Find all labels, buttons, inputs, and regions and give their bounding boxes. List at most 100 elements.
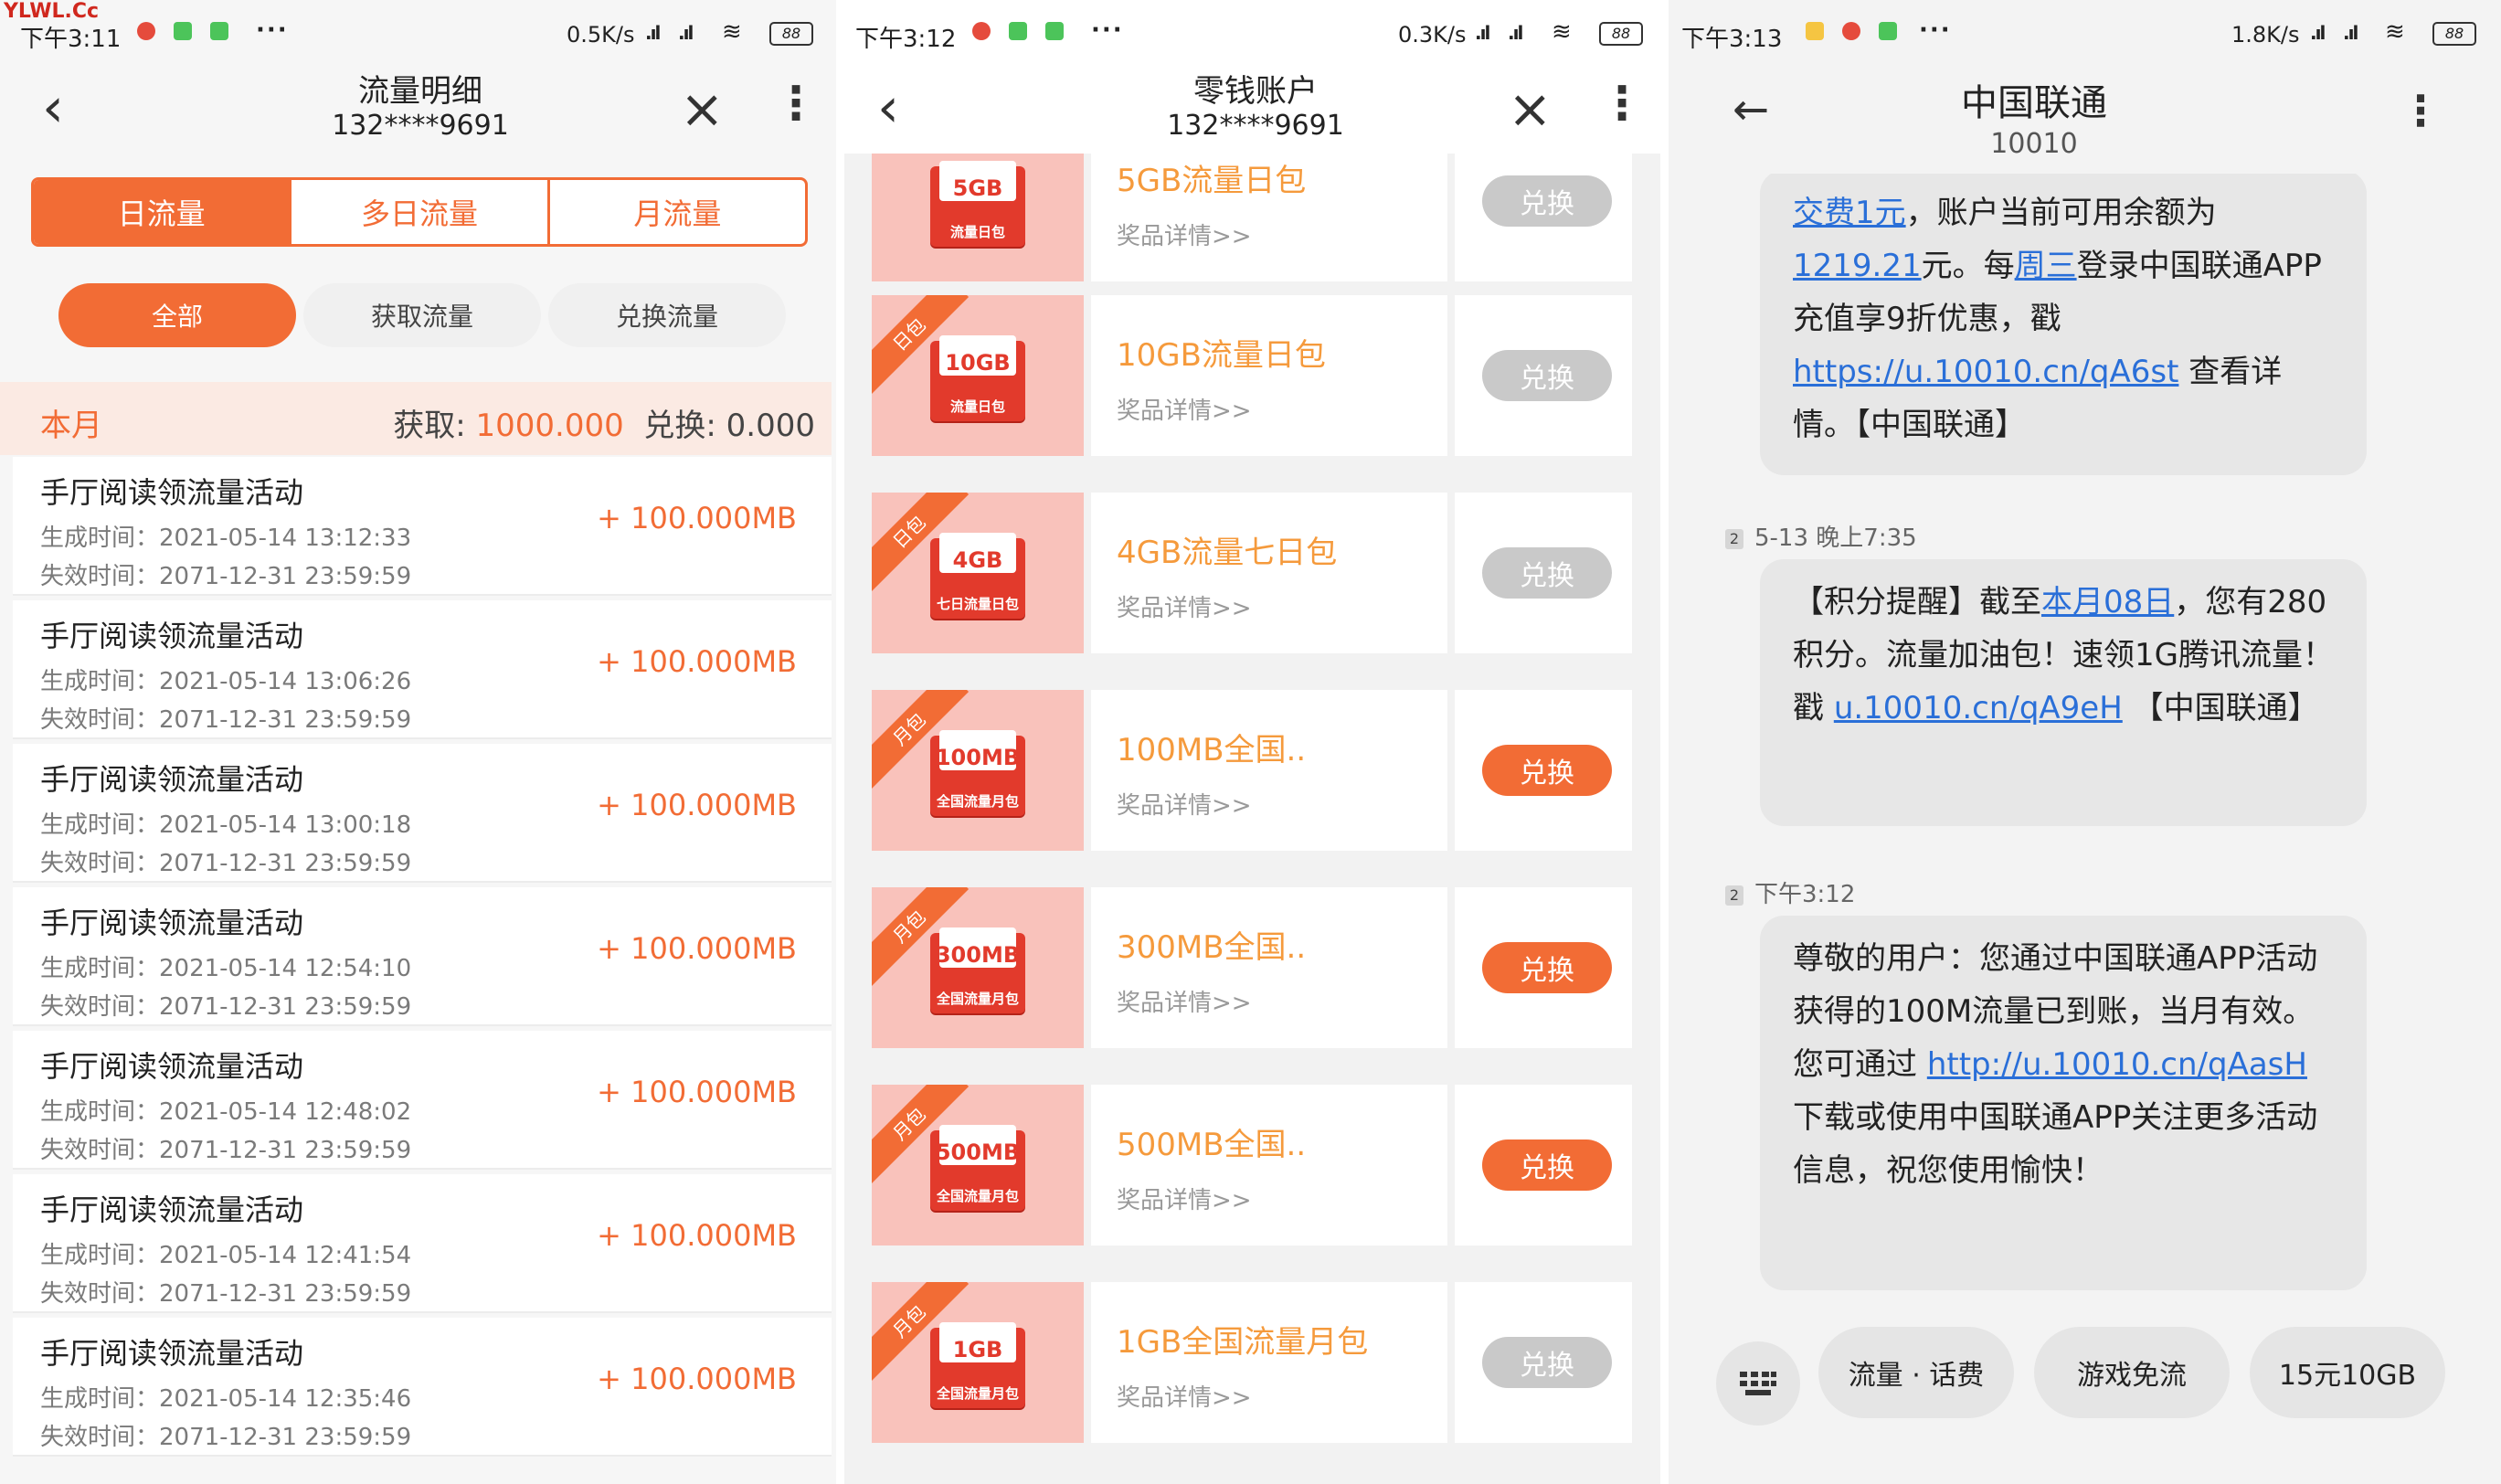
exchange-label: 兑换: xyxy=(643,408,726,444)
wechat-icon xyxy=(174,22,192,40)
package-capacity: 100MB xyxy=(935,745,1021,770)
record-row: 手厅阅读领流量活动 生成时间：2021-05-14 12:48:02 失效时间：20… xyxy=(13,1031,832,1170)
quick-reply-plan[interactable]: 15元10GB xyxy=(2250,1327,2445,1418)
close-icon[interactable]: × xyxy=(680,82,725,135)
prize-detail-link[interactable]: 奖品详情>> xyxy=(1117,217,1252,251)
record-expiry-time: 失效时间：2071-12-31 23:59:59 xyxy=(40,850,412,877)
prize-detail-link[interactable]: 奖品详情>> xyxy=(1117,1379,1252,1413)
back-icon[interactable]: ‹ xyxy=(42,80,64,135)
prize-detail-link[interactable]: 奖品详情>> xyxy=(1117,984,1252,1018)
prize-item: 月包 300MB 全国流量月包 300MB全国.. 奖品详情>> 兑换 xyxy=(872,887,1632,1048)
message-bubble: 尊敬的用户：您通过中国联通APP活动获得的100M流量已到账，当月有效。您可通过… xyxy=(1760,916,2367,1290)
record-generated-time: 生成时间：2021-05-14 12:35:46 xyxy=(40,1385,412,1413)
package-capacity: 5GB xyxy=(952,175,1003,201)
exchange-value: 0.000 xyxy=(726,408,815,444)
prize-info[interactable]: 300MB全国.. 奖品详情>> xyxy=(1091,887,1447,1048)
filter-all[interactable]: 全部 xyxy=(58,283,296,347)
redeem-button[interactable]: 兑换 xyxy=(1482,1140,1612,1191)
redeem-button[interactable]: 兑换 xyxy=(1482,745,1612,796)
back-icon[interactable]: ‹ xyxy=(877,80,899,135)
redeem-button[interactable]: 兑换 xyxy=(1482,350,1612,401)
status-bar: 下午3:13 ··· 1.8K/s .ıl .ıl ≋ 88 xyxy=(1669,0,2501,53)
prize-name: 5GB流量日包 xyxy=(1117,163,1307,199)
record-generated-time: 生成时间：2021-05-14 12:48:02 xyxy=(40,1098,412,1126)
prize-info[interactable]: 10GB流量日包 奖品详情>> xyxy=(1091,295,1447,456)
signal-icon: .ıl xyxy=(645,22,661,44)
filter-obtain[interactable]: 获取流量 xyxy=(303,283,541,347)
record-generated-time: 生成时间：2021-05-14 13:12:33 xyxy=(40,525,412,552)
package-thumbnail: 月包 500MB 全国流量月包 xyxy=(872,1085,1084,1246)
more-notifications-icon: ··· xyxy=(1091,16,1124,44)
prize-detail-link[interactable]: 奖品详情>> xyxy=(1117,787,1252,821)
message-link[interactable]: http://u.10010.cn/qAasH xyxy=(1927,1046,2307,1083)
page-subtitle: 132****9691 xyxy=(1167,110,1344,142)
package-capacity: 1GB xyxy=(952,1337,1003,1362)
red-envelope-icon: 10GB 流量日包 xyxy=(930,335,1025,421)
message-link[interactable]: https://u.10010.cn/qA6st xyxy=(1793,354,2178,390)
record-row: 手厅阅读领流量活动 生成时间：2021-05-14 13:00:18 失效时间：20… xyxy=(13,744,832,883)
tab-multi-day[interactable]: 多日流量 xyxy=(289,180,546,244)
prize-info[interactable]: 100MB全国.. 奖品详情>> xyxy=(1091,690,1447,851)
back-arrow-icon[interactable]: ← xyxy=(1733,88,1769,132)
package-thumbnail: 月包 300MB 全国流量月包 xyxy=(872,887,1084,1048)
more-icon[interactable]: ⋮ xyxy=(773,80,819,126)
filter-exchange[interactable]: 兑换流量 xyxy=(548,283,786,347)
prize-info[interactable]: 1GB全国流量月包 奖品详情>> xyxy=(1091,1282,1447,1443)
quick-reply-bar: 流量 · 话费 游戏免流 15元10GB xyxy=(1669,1298,2501,1484)
message-link[interactable]: 1219.21 xyxy=(1793,248,1922,284)
message-link[interactable]: 本月08日 xyxy=(2041,584,2174,620)
status-time: 下午3:11 xyxy=(20,26,122,53)
record-amount: + 100.000MB xyxy=(597,1075,797,1109)
package-capacity: 4GB xyxy=(952,547,1003,573)
signal-icon-2: .ıl xyxy=(678,22,694,44)
message-link[interactable]: u.10010.cn/qA9eH xyxy=(1834,690,2123,726)
redeem-button[interactable]: 兑换 xyxy=(1482,547,1612,599)
tab-daily[interactable]: 日流量 xyxy=(34,180,290,244)
record-row: 手厅阅读领流量活动 生成时间：2021-05-14 12:54:10 失效时间：20… xyxy=(13,887,832,1026)
conversation-header: ← 中国联通 10010 ⋮ xyxy=(1669,55,2501,174)
status-bar: 下午3:11 ··· 0.5K/s .ıl .ıl ≋ 88 xyxy=(0,16,836,53)
message-meta: 2 5-13 晚上7:35 xyxy=(1725,519,1917,553)
battery-icon: 88 xyxy=(2432,22,2476,46)
prize-name: 1GB全国流量月包 xyxy=(1117,1324,1369,1361)
red-envelope-icon: 100MB 全国流量月包 xyxy=(930,730,1025,816)
keyboard-icon[interactable] xyxy=(1716,1341,1800,1426)
record-generated-time: 生成时间：2021-05-14 13:00:18 xyxy=(40,811,412,839)
record-generated-time: 生成时间：2021-05-14 13:06:26 xyxy=(40,668,412,695)
quick-reply-traffic-bill[interactable]: 流量 · 话费 xyxy=(1818,1327,2014,1418)
tab-monthly[interactable]: 月流量 xyxy=(546,180,805,244)
package-type-label: 流量日包 xyxy=(949,398,1005,415)
prize-detail-link[interactable]: 奖品详情>> xyxy=(1117,589,1252,623)
prize-action: 兑换 xyxy=(1455,887,1632,1048)
message-link[interactable]: 周三 xyxy=(2015,248,2077,284)
message-link[interactable]: 交费1元 xyxy=(1793,195,1906,231)
prize-name: 500MB全国.. xyxy=(1117,1127,1307,1163)
redeem-button[interactable]: 兑换 xyxy=(1482,175,1612,227)
prize-info[interactable]: 500MB全国.. 奖品详情>> xyxy=(1091,1085,1447,1246)
more-icon[interactable]: ⋮ xyxy=(1599,80,1645,126)
message-text: 下载或使用中国联通APP关注更多活动信息，祝您使用愉快！ xyxy=(1793,1099,2318,1189)
prize-item: 月包 100MB 全国流量月包 100MB全国.. 奖品详情>> 兑换 xyxy=(872,690,1632,851)
message-meta: 2 下午3:12 xyxy=(1725,875,1855,909)
prize-detail-link[interactable]: 奖品详情>> xyxy=(1117,392,1252,426)
prize-item: 月包 500MB 全国流量月包 500MB全国.. 奖品详情>> 兑换 xyxy=(872,1085,1632,1246)
package-capacity: 500MB xyxy=(935,1140,1021,1165)
record-expiry-time: 失效时间：2071-12-31 23:59:59 xyxy=(40,1424,412,1451)
month-totals: 获取: 1000.000 兑换: 0.000 xyxy=(393,400,815,445)
sms-thread-screen: 交费1元，账户当前可用余额为1219.21元。每周三登录中国联通APP充值享9折… xyxy=(1669,0,2501,1484)
prize-detail-link[interactable]: 奖品详情>> xyxy=(1117,1182,1252,1215)
message-text: 【积分提醒】截至 xyxy=(1793,584,2041,620)
record-generated-time: 生成时间：2021-05-14 12:41:54 xyxy=(40,1242,412,1269)
redeem-button[interactable]: 兑换 xyxy=(1482,942,1612,993)
redeem-button[interactable]: 兑换 xyxy=(1482,1337,1612,1388)
sim-card-icon: 2 xyxy=(1725,529,1743,549)
contact-name: 中国联通 xyxy=(1961,82,2107,124)
divider xyxy=(836,0,844,1484)
message-text: 元。每 xyxy=(1921,248,2015,284)
more-icon[interactable]: ⋮ xyxy=(2400,90,2442,132)
close-icon[interactable]: × xyxy=(1508,82,1553,135)
more-notifications-icon: ··· xyxy=(1919,16,1952,44)
quick-reply-game[interactable]: 游戏免流 xyxy=(2034,1327,2230,1418)
prize-info[interactable]: 4GB流量七日包 奖品详情>> xyxy=(1091,493,1447,653)
package-capacity: 300MB xyxy=(935,942,1021,968)
